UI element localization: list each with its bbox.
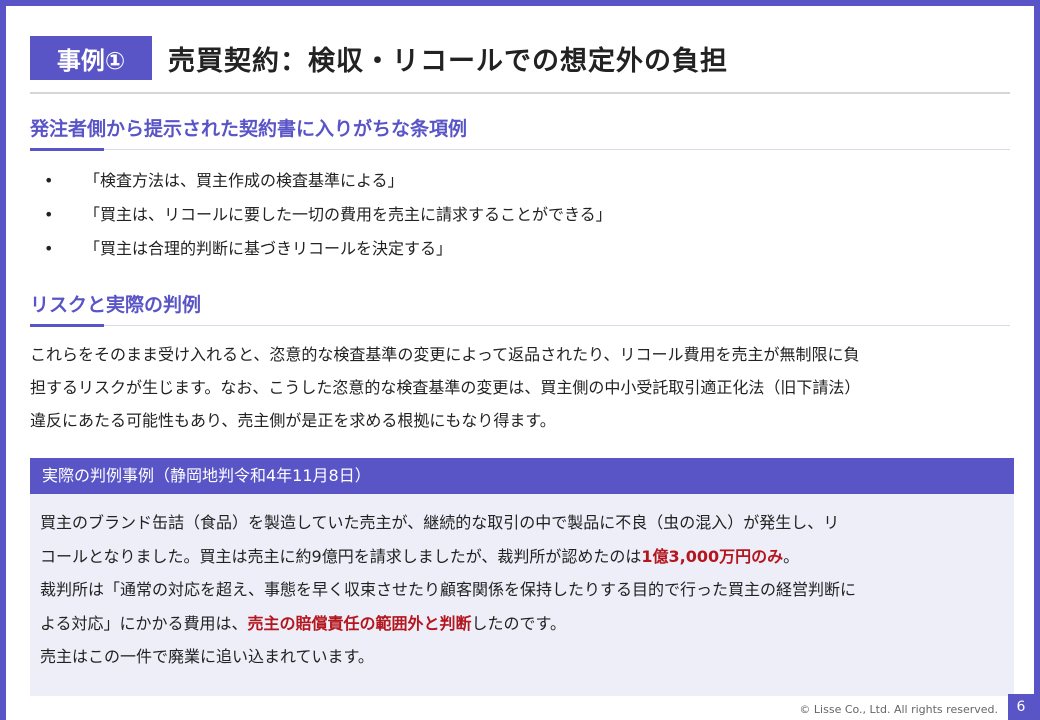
section-heading-clauses: 発注者側から提示された契約書に入りがちな条項例: [30, 110, 1010, 151]
case-line: 裁判所は「通常の対応を超え、事態を早く収束させたり顧客関係を保持したりする目的で…: [40, 580, 857, 599]
case-box-header: 実際の判例事例（静岡地判令和4年11月8日）: [30, 458, 1014, 494]
case-line: コールとなりました。買主は売主に約9億円を請求しましたが、裁判所が認めたのは1億…: [40, 540, 998, 574]
highlight-amount: 1億3,000万円のみ: [641, 546, 784, 566]
highlight-judgment: 売主の賠償責任の範囲外と判断: [247, 613, 472, 633]
case-box-body: 買主のブランド缶詰（食品）を製造していた売主が、継続的な取引の中で製品に不良（虫…: [30, 494, 1014, 674]
section-heading-text: 発注者側から提示された契約書に入りがちな条項例: [30, 118, 468, 140]
list-item: • 「検査方法は、買主作成の検査基準による」: [36, 164, 976, 198]
bullet-icon: •: [44, 205, 54, 224]
list-item: • 「買主は合理的判断に基づきリコールを決定する」: [36, 232, 976, 266]
bullet-icon: •: [44, 171, 54, 190]
copyright-text: © Lisse Co., Ltd. All rights reserved.: [799, 703, 998, 716]
case-box: 実際の判例事例（静岡地判令和4年11月8日） 買主のブランド缶詰（食品）を製造し…: [30, 458, 1014, 696]
case-text: 。: [783, 546, 800, 566]
heading-accent-bar: [30, 324, 104, 327]
bullet-icon: •: [44, 239, 54, 258]
case-line: 売主はこの一件で廃業に追い込まれています。: [40, 647, 374, 666]
list-item-text: 「検査方法は、買主作成の検査基準による」: [84, 171, 404, 190]
case-line: 買主のブランド缶詰（食品）を製造していた売主が、継続的な取引の中で製品に不良（虫…: [40, 513, 840, 532]
case-text: よる対応」にかかる費用は、: [40, 613, 248, 633]
heading-accent-bar: [30, 148, 104, 151]
section-heading-risk: リスクと実際の判例: [30, 286, 1010, 327]
paragraph-line: これらをそのまま受け入れると、恣意的な検査基準の変更によって返品されたり、リコー…: [30, 345, 860, 364]
case-line: よる対応」にかかる費用は、売主の賠償責任の範囲外と判断したのです。: [40, 607, 998, 641]
paragraph-line: 違反にあたる可能性もあり、売主側が是正を求める根拠にもなり得ます。: [30, 411, 556, 430]
page-number: 6: [1008, 694, 1034, 720]
section-heading-text: リスクと実際の判例: [30, 294, 202, 316]
page-title: 売買契約：検収・リコールでの想定外の負担: [168, 45, 728, 77]
case-text: コールとなりました。買主は売主に約9億円を請求しましたが、裁判所が認めたのは: [40, 546, 642, 566]
clause-list: • 「検査方法は、買主作成の検査基準による」 • 「買主は、リコールに要した一切の費…: [36, 164, 976, 266]
case-badge: 事例①: [30, 36, 152, 80]
list-item: • 「買主は、リコールに要した一切の費用を売主に請求することができる」: [36, 198, 976, 232]
case-text: したのです。: [471, 613, 566, 633]
list-item-text: 「買主は合理的判断に基づきリコールを決定する」: [84, 239, 453, 258]
slide-header: 事例① 売買契約：検収・リコールでの想定外の負担: [30, 36, 1010, 94]
list-item-text: 「買主は、リコールに要した一切の費用を売主に請求することができる」: [84, 205, 612, 224]
risk-paragraph: これらをそのまま受け入れると、恣意的な検査基準の変更によって返品されたり、リコー…: [30, 338, 1014, 437]
paragraph-line: 担するリスクが生じます。なお、こうした恣意的な検査基準の変更は、買主側の中小受託…: [30, 378, 861, 397]
slide: 事例① 売買契約：検収・リコールでの想定外の負担 発注者側から提示された契約書に…: [0, 0, 1040, 720]
